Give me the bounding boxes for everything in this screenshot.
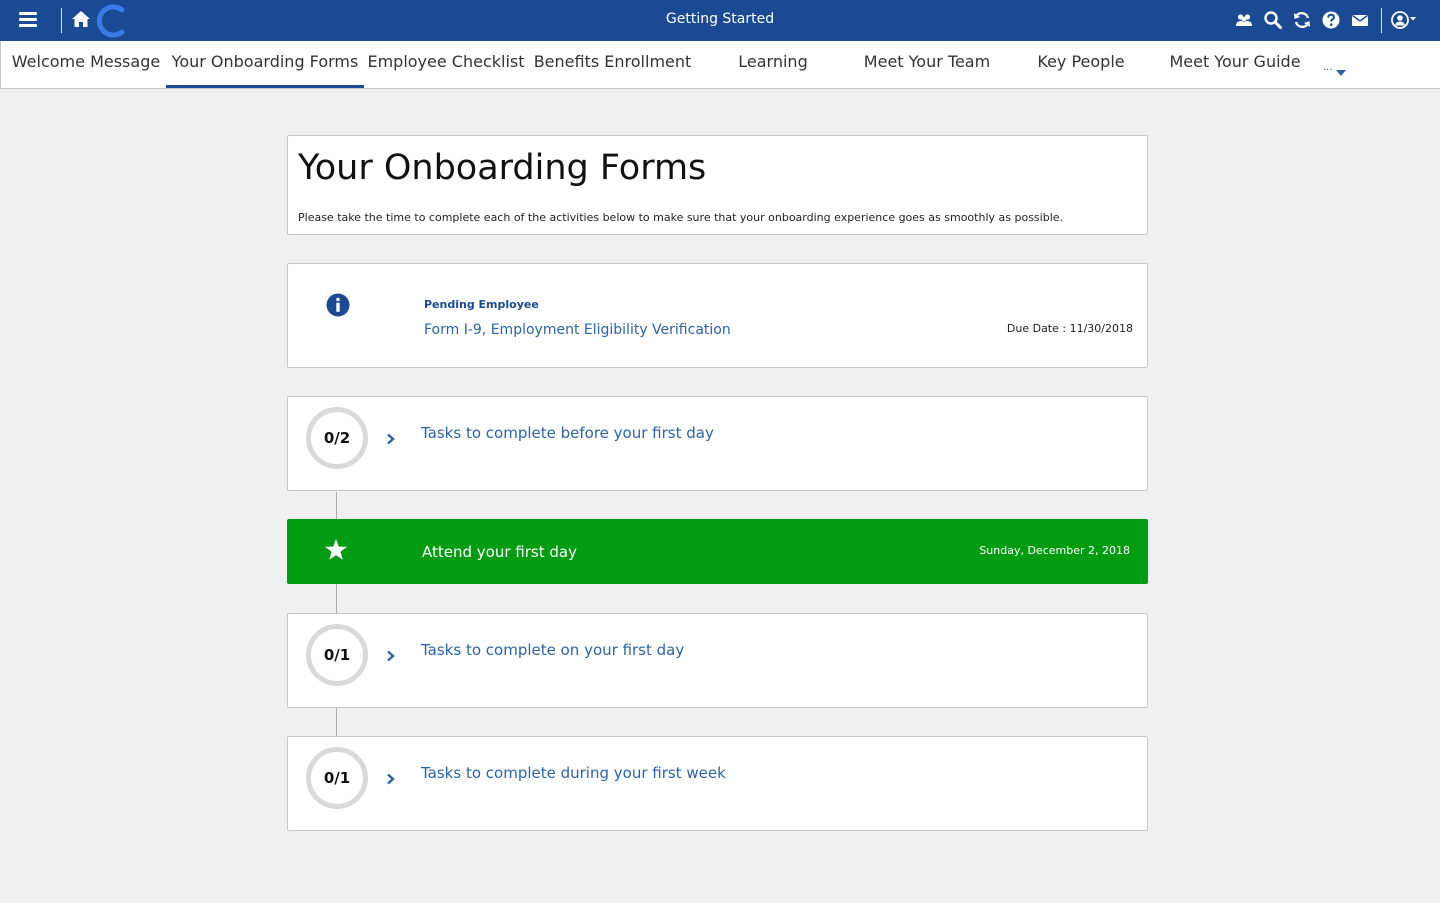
app-title: Getting Started bbox=[665, 11, 775, 27]
task-group-before-first-day[interactable]: 0/2 Tasks to complete before your first … bbox=[287, 396, 1148, 491]
form-i9-link[interactable]: Form I-9, Employment Eligibility Verific… bbox=[424, 322, 731, 338]
page-description: Please take the time to complete each of… bbox=[298, 211, 1064, 224]
first-day-label: Attend your first day bbox=[422, 543, 577, 561]
more-tabs-dropdown[interactable]: ... bbox=[1323, 61, 1353, 81]
chevron-down-icon bbox=[1336, 70, 1346, 76]
tab-key-people[interactable]: Key People bbox=[1021, 41, 1141, 88]
tab-benefits-enrollment[interactable]: Benefits Enrollment bbox=[531, 41, 694, 88]
star-icon bbox=[325, 539, 347, 560]
pending-status-label: Pending Employee bbox=[424, 298, 539, 311]
first-day-date: Sunday, December 2, 2018 bbox=[979, 544, 1130, 557]
user-icon[interactable] bbox=[1390, 10, 1418, 30]
tab-meet-your-team[interactable]: Meet Your Team bbox=[857, 41, 997, 88]
task-group-label[interactable]: Tasks to complete during your first week bbox=[421, 764, 726, 782]
tab-your-onboarding-forms[interactable]: Your Onboarding Forms bbox=[166, 41, 364, 88]
tab-meet-your-guide[interactable]: Meet Your Guide bbox=[1163, 41, 1307, 88]
task-group-first-week[interactable]: 0/1 Tasks to complete during your first … bbox=[287, 736, 1148, 831]
tab-employee-checklist[interactable]: Employee Checklist bbox=[366, 41, 526, 88]
page-header-card: Your Onboarding Forms Please take the ti… bbox=[287, 135, 1148, 235]
task-group-label[interactable]: Tasks to complete before your first day bbox=[421, 424, 714, 442]
refresh-icon[interactable] bbox=[1292, 10, 1312, 30]
pending-form-card: Pending Employee Form I-9, Employment El… bbox=[287, 263, 1148, 368]
progress-ring: 0/1 bbox=[306, 624, 368, 686]
top-bar: Getting Started bbox=[0, 0, 1440, 41]
due-date: Due Date : 11/30/2018 bbox=[1007, 322, 1133, 335]
due-date-value: 11/30/2018 bbox=[1069, 322, 1133, 335]
tab-welcome-message[interactable]: Welcome Message bbox=[7, 41, 165, 88]
info-icon bbox=[326, 293, 350, 317]
timeline-connector bbox=[336, 584, 337, 613]
timeline-connector bbox=[336, 708, 337, 736]
search-icon[interactable] bbox=[1263, 10, 1283, 30]
task-group-on-first-day[interactable]: 0/1 Tasks to complete on your first day bbox=[287, 613, 1148, 708]
chevron-right-icon[interactable] bbox=[386, 650, 396, 662]
tab-learning[interactable]: Learning bbox=[713, 41, 833, 88]
help-icon[interactable] bbox=[1321, 10, 1341, 30]
task-group-label[interactable]: Tasks to complete on your first day bbox=[421, 641, 684, 659]
progress-ring: 0/2 bbox=[306, 407, 368, 469]
section-tabs: Welcome Message Your Onboarding Forms Em… bbox=[0, 41, 1440, 89]
first-day-banner: Attend your first day Sunday, December 2… bbox=[287, 519, 1148, 584]
timeline-connector bbox=[336, 492, 337, 519]
progress-ring: 0/1 bbox=[306, 747, 368, 809]
mail-icon[interactable] bbox=[1350, 10, 1370, 30]
more-tabs-label: ... bbox=[1323, 62, 1333, 73]
due-date-label: Due Date : bbox=[1006, 322, 1067, 335]
chevron-right-icon[interactable] bbox=[386, 433, 396, 445]
page-title: Your Onboarding Forms bbox=[298, 148, 707, 188]
divider bbox=[1381, 8, 1382, 33]
people-icon[interactable] bbox=[1234, 10, 1254, 30]
chevron-right-icon[interactable] bbox=[386, 773, 396, 785]
